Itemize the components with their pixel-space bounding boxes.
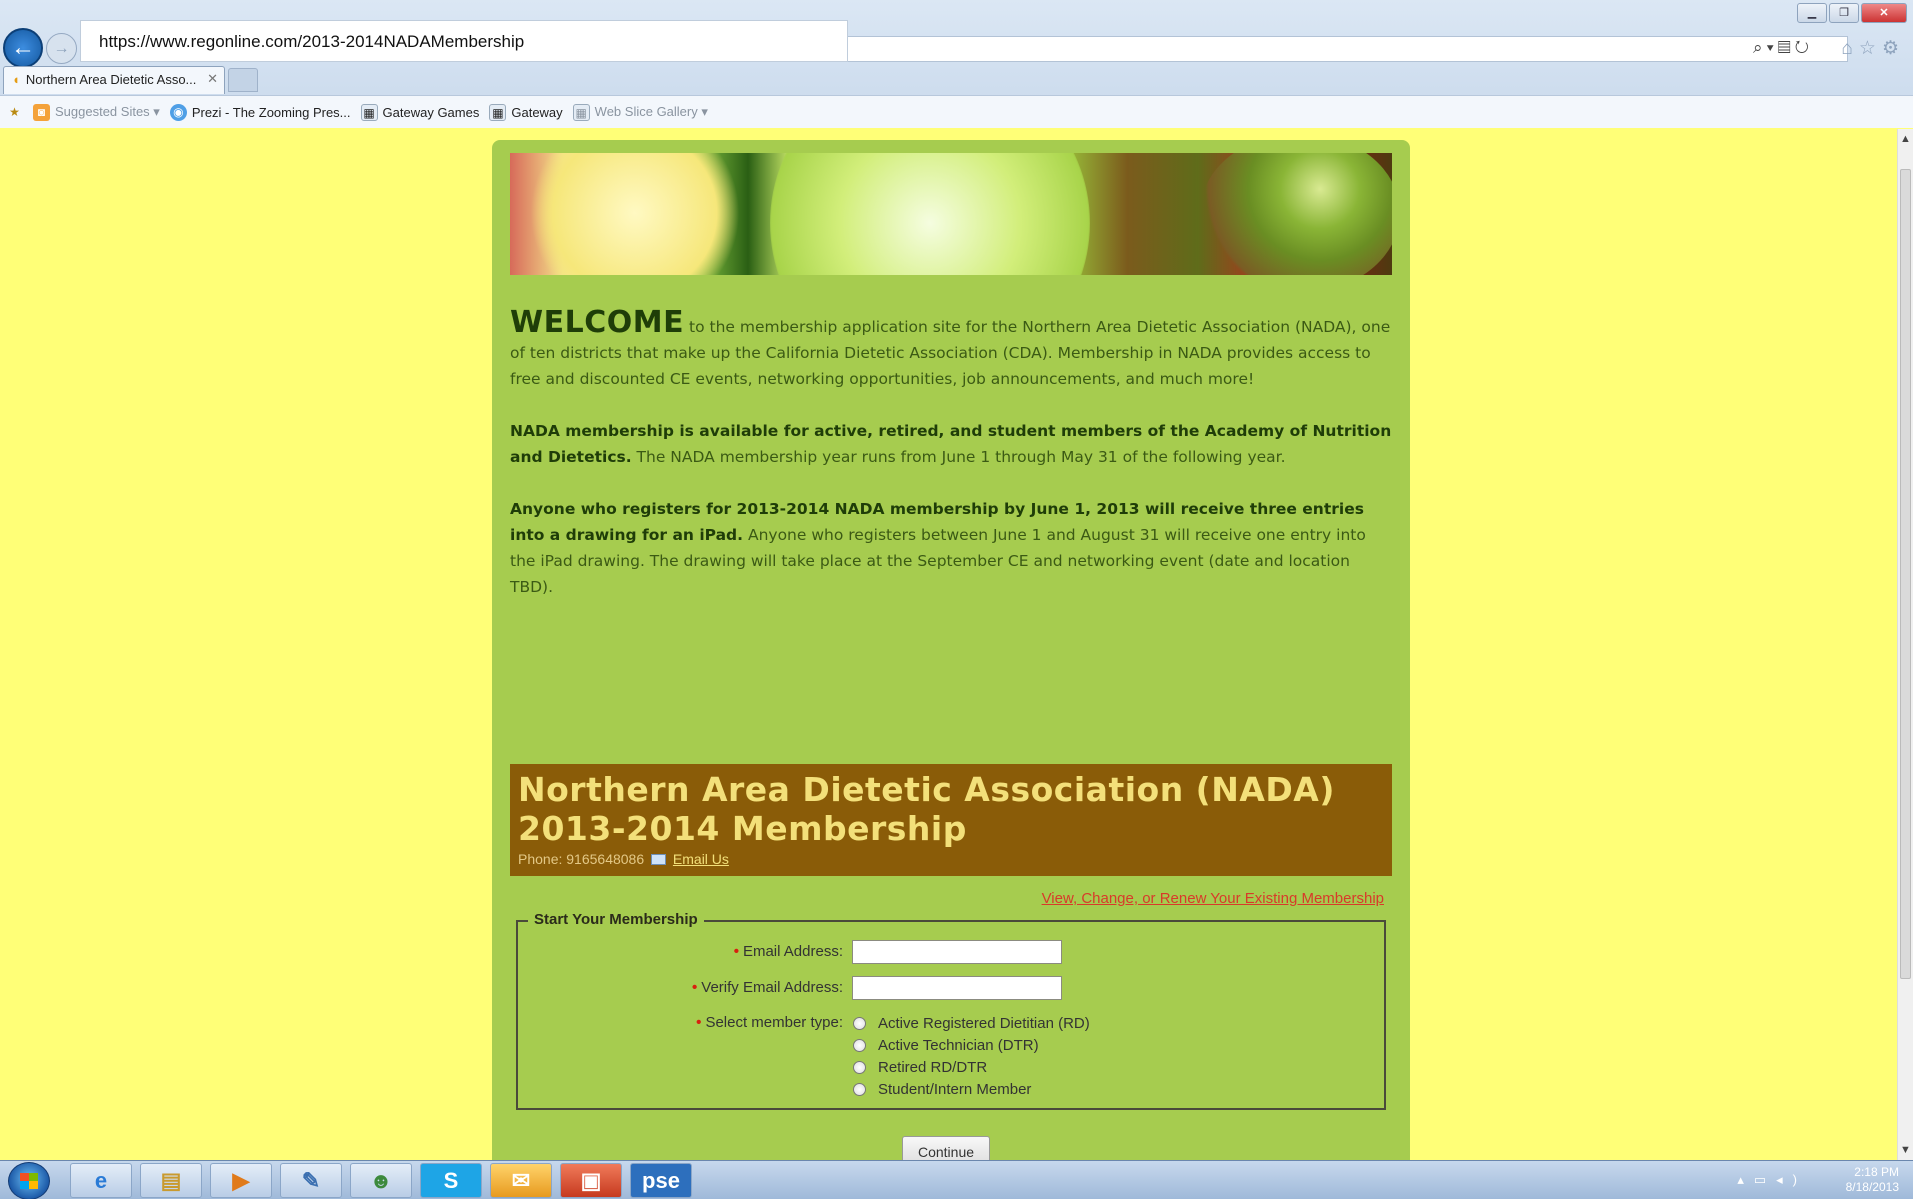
forward-arrow-icon: → (53, 39, 70, 57)
radio-button[interactable] (853, 1016, 866, 1030)
search-icon[interactable]: ⌕▾ (1753, 38, 1778, 57)
member-type-option-dtr[interactable]: Active Technician (DTR) (853, 1034, 1090, 1056)
favorite-suggested-sites[interactable]: ◙ Suggested Sites ▾ (33, 103, 160, 121)
intro-paragraph-2: NADA membership is available for active,… (510, 422, 1392, 466)
main-panel: WELCOME to the membership application si… (492, 140, 1410, 1160)
forward-button[interactable]: → (46, 33, 77, 64)
media-player-icon[interactable]: ▶ (210, 1163, 272, 1198)
verify-email-field[interactable] (852, 976, 1062, 1000)
page-icon: ▦ (572, 103, 590, 121)
system-tray-icons: ▴▭◂) (1737, 1172, 1807, 1188)
member-type-label: • Select member type: (696, 1014, 843, 1031)
event-title: Northern Area Dietetic Association (NADA… (518, 770, 1335, 848)
restore-button[interactable]: ❐ (1829, 3, 1859, 23)
favorite-prezi[interactable]: ◉ Prezi - The Zooming Pres... (169, 103, 351, 121)
toolbar-icons: ⌂☆⚙ (1841, 37, 1905, 60)
address-bar-extension[interactable] (848, 36, 1848, 62)
intro-text: WELCOME to the membership application si… (510, 305, 1394, 626)
home-icon[interactable]: ⌂ (1841, 38, 1858, 59)
volume-icon[interactable]: ◂) (1776, 1172, 1807, 1187)
address-bar-tools: ⌕▾▤↻ (1753, 38, 1813, 58)
radio-button[interactable] (853, 1060, 866, 1074)
vertical-scrollbar[interactable]: ▲ ▼ (1897, 129, 1913, 1160)
windows-taskbar: e ▤ ▶ ✎ ☻ S ✉ ▣ pse ▴▭◂) 2:18 PM 8/18/20… (0, 1160, 1913, 1199)
explorer-icon[interactable]: ▤ (140, 1163, 202, 1198)
start-membership-form: Start Your Membership • Email Address: • V… (516, 911, 1386, 1110)
scroll-up-icon[interactable]: ▲ (1900, 133, 1911, 145)
email-label: • Email Address: (733, 943, 843, 960)
messenger-icon[interactable]: ☻ (350, 1163, 412, 1198)
form-legend: Start Your Membership (528, 911, 704, 928)
required-marker: • (733, 943, 739, 960)
prezi-icon: ◉ (169, 103, 187, 121)
back-arrow-icon: ← (11, 34, 35, 61)
skype-icon[interactable]: S (420, 1163, 482, 1198)
radio-button[interactable] (853, 1038, 866, 1052)
verify-email-label: • Verify Email Address: (692, 979, 843, 996)
window-controls: ▁ ❐ ✕ (1797, 3, 1907, 23)
favorite-gateway[interactable]: ▦ Gateway (489, 103, 563, 121)
start-button[interactable] (8, 1162, 50, 1199)
system-clock[interactable]: 2:18 PM 8/18/2013 (1846, 1165, 1899, 1195)
refresh-icon[interactable]: ↻ (1795, 38, 1813, 57)
member-type-option-retired[interactable]: Retired RD/DTR (853, 1056, 1090, 1078)
network-icon[interactable]: ▭ (1754, 1172, 1776, 1187)
favorite-gateway-games[interactable]: ▦ Gateway Games (360, 103, 479, 121)
favorites-bar: ★ ◙ Suggested Sites ▾ ◉ Prezi - The Zoom… (0, 95, 1913, 128)
show-hidden-icons[interactable]: ▴ (1737, 1172, 1754, 1187)
page-favicon-icon: ◖ (12, 72, 20, 87)
radio-button[interactable] (853, 1082, 866, 1096)
scroll-down-icon[interactable]: ▼ (1900, 1144, 1911, 1156)
required-marker: • (696, 1014, 702, 1031)
fruit-banner-image (510, 153, 1392, 275)
scroll-thumb[interactable] (1900, 169, 1911, 979)
close-window-button[interactable]: ✕ (1861, 3, 1907, 23)
pse-icon[interactable]: pse (630, 1163, 692, 1198)
minimize-button[interactable]: ▁ (1797, 3, 1827, 23)
page-viewport: WELCOME to the membership application si… (0, 129, 1897, 1160)
address-bar[interactable]: https://www.regonline.com/2013-2014NADAM… (80, 20, 848, 62)
rss-icon: ◙ (33, 103, 50, 121)
continue-button[interactable]: Continue (902, 1136, 990, 1160)
email-field[interactable] (852, 940, 1062, 964)
email-us-link[interactable]: Email Us (673, 851, 729, 867)
tab-strip: ◖ Northern Area Dietetic Asso... ✕ (0, 66, 1913, 94)
page-icon: ▦ (360, 103, 378, 121)
outlook-icon[interactable]: ✉ (490, 1163, 552, 1198)
tab-title: Northern Area Dietetic Asso... (25, 72, 197, 87)
photo-icon[interactable]: ▣ (560, 1163, 622, 1198)
compatibility-icon[interactable]: ▤ (1778, 38, 1795, 57)
browser-chrome: ← → https://www.regonline.com/2013-2014N… (0, 0, 1913, 128)
renew-membership-link[interactable]: View, Change, or Renew Your Existing Mem… (1042, 890, 1384, 907)
ie-icon[interactable]: e (70, 1163, 132, 1198)
required-marker: • (692, 979, 698, 996)
member-type-radio-group: Active Registered Dietitian (RD) Active … (853, 1012, 1090, 1100)
back-button[interactable]: ← (3, 28, 43, 68)
new-tab-button[interactable] (228, 68, 258, 92)
favorites-star-add-icon[interactable]: ★ (6, 104, 23, 121)
browser-tab-active[interactable]: ◖ Northern Area Dietetic Asso... ✕ (3, 66, 225, 94)
paint-icon[interactable]: ✎ (280, 1163, 342, 1198)
phone-text: Phone: 9165648086 (518, 851, 645, 867)
contact-line: Phone: 9165648086 Email Us (518, 851, 1384, 867)
close-tab-icon[interactable]: ✕ (207, 71, 218, 87)
intro-paragraph-3: Anyone who registers for 2013-2014 NADA … (510, 500, 1366, 596)
favorite-web-slice-gallery[interactable]: ▦ Web Slice Gallery ▾ (572, 103, 708, 121)
welcome-heading: WELCOME (510, 305, 685, 340)
member-type-option-rd[interactable]: Active Registered Dietitian (RD) (853, 1012, 1090, 1034)
favorites-star-icon[interactable]: ☆ (1859, 38, 1882, 59)
intro-paragraph-1: WELCOME to the membership application si… (510, 305, 1391, 389)
page-icon: ▦ (489, 103, 507, 121)
event-header: Northern Area Dietetic Association (NADA… (510, 764, 1392, 876)
member-type-option-student[interactable]: Student/Intern Member (853, 1078, 1090, 1100)
email-icon (651, 854, 667, 865)
kiwi-graphic (1200, 153, 1392, 275)
gear-icon[interactable]: ⚙ (1882, 38, 1905, 59)
